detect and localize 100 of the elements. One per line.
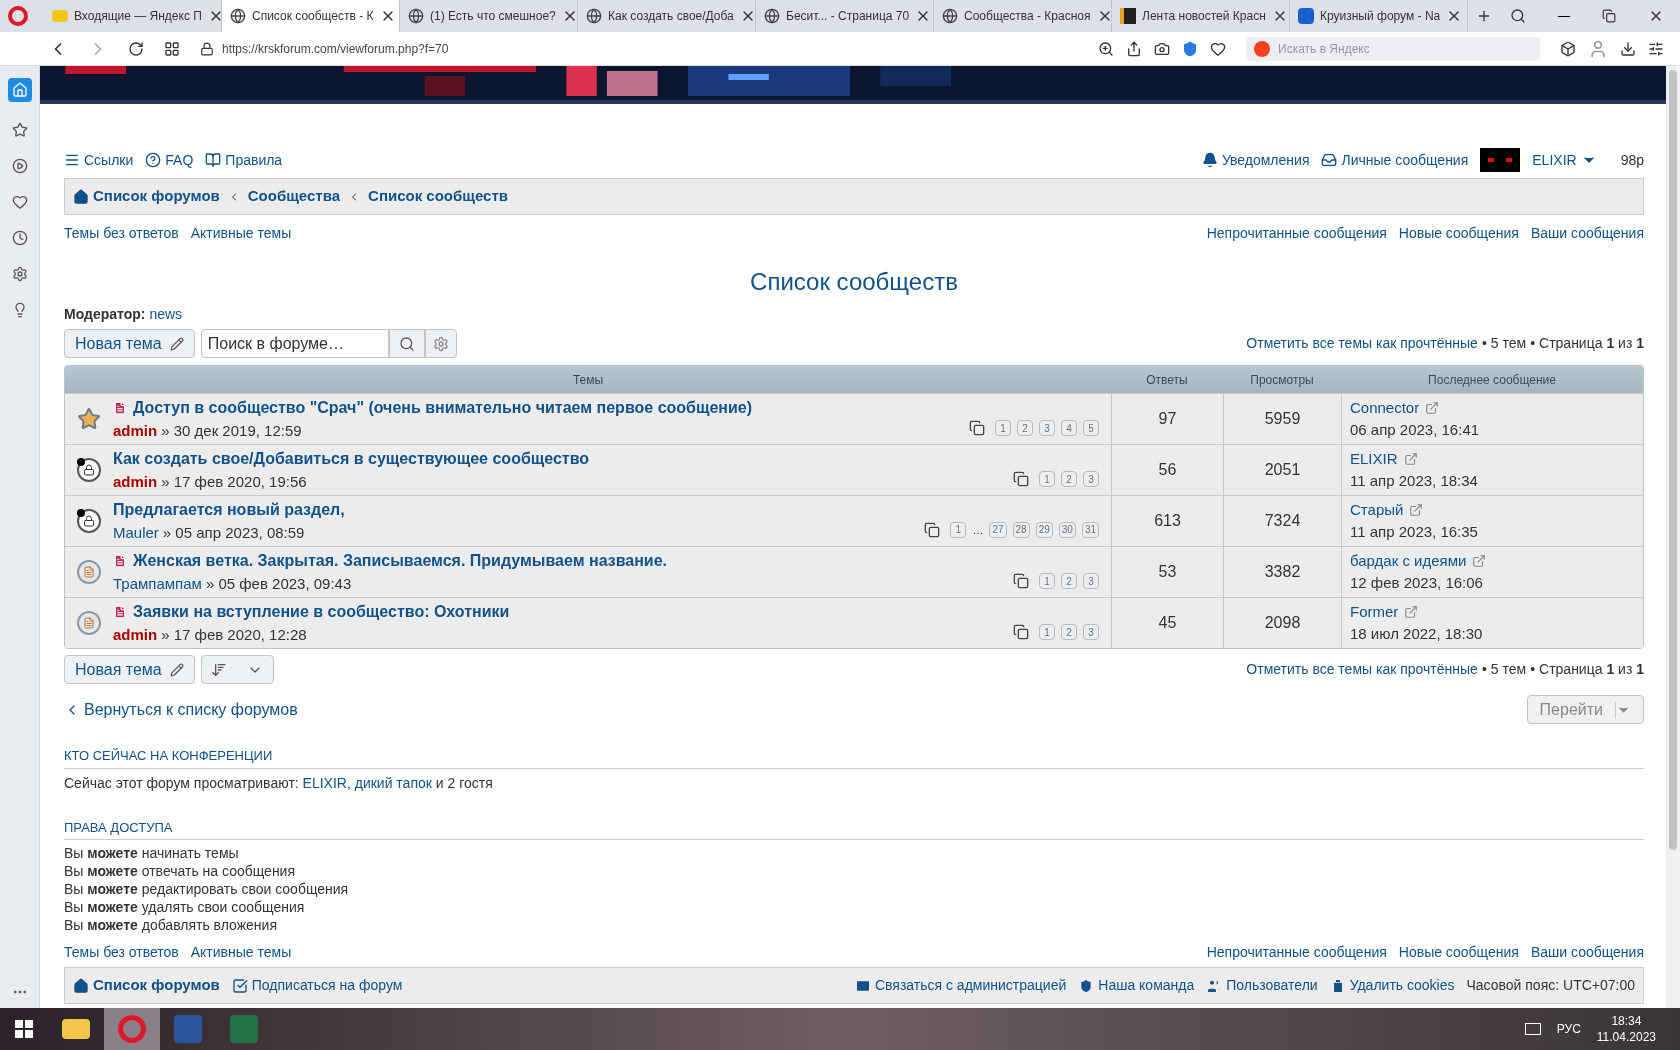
page-link[interactable]: 3 bbox=[1083, 573, 1099, 589]
topic-title[interactable]: Заявки на вступление в сообщество: Охотники bbox=[133, 599, 510, 624]
user-menu[interactable]: ELIXIR bbox=[1532, 149, 1597, 171]
last-author-link[interactable]: Connector bbox=[1350, 396, 1420, 419]
page-link[interactable]: 1 bbox=[950, 521, 967, 538]
last-author-link[interactable]: Старый bbox=[1350, 498, 1404, 521]
advanced-search-button[interactable] bbox=[424, 329, 457, 358]
go-to-post-icon[interactable] bbox=[1404, 604, 1419, 619]
last-author-link[interactable]: Former bbox=[1350, 600, 1399, 623]
quick-link[interactable]: Темы без ответов bbox=[64, 942, 179, 963]
topic-title[interactable]: Как создать свое/Добавиться в существующее сообщество bbox=[113, 446, 590, 471]
mark-read-link[interactable]: Отметить все темы как прочтённые bbox=[1246, 333, 1478, 354]
bookmarks-icon[interactable] bbox=[11, 122, 28, 138]
search-icon[interactable] bbox=[1510, 8, 1526, 24]
minimize-icon[interactable] bbox=[1558, 15, 1570, 17]
restore-icon[interactable] bbox=[1602, 9, 1616, 23]
page-link[interactable]: 2 bbox=[1061, 471, 1077, 487]
quick-link[interactable]: Непрочитанные сообщения bbox=[1206, 223, 1387, 244]
address-field[interactable]: https://krskforum.com/viewforum.php?f=70 bbox=[222, 39, 1078, 58]
nav-link[interactable]: FAQ bbox=[145, 149, 194, 171]
page-link[interactable]: 4 bbox=[1061, 420, 1077, 436]
profile-icon[interactable] bbox=[1588, 38, 1608, 59]
share-icon[interactable] bbox=[1126, 40, 1142, 57]
page-link[interactable]: 5 bbox=[1083, 420, 1099, 436]
player-icon[interactable] bbox=[11, 158, 28, 174]
topic-row[interactable]: Предлагается новый раздел, Mauler » 05 апр 2023, 08:59 1 … 27 28 29 30 31 613 7324 Старый 11 апр 2023, 16:35 bbox=[65, 495, 1643, 546]
page-link[interactable]: 1 bbox=[995, 420, 1011, 436]
topic-title[interactable]: Женская ветка. Закрытая. Записываемся. Придумываем название. bbox=[133, 548, 668, 573]
author-link[interactable]: admin bbox=[113, 419, 158, 443]
topic-row[interactable]: Как создать свое/Добавиться в существующее сообщество admin » 17 фев 2020, 19:56 1 2 3 56 2051 ELIXIR 11 апр 2023, 18:34 bbox=[65, 444, 1643, 495]
footer-link[interactable]: Пользователи bbox=[1206, 975, 1318, 996]
page-link[interactable]: 3 bbox=[1083, 624, 1099, 640]
author-link[interactable]: admin bbox=[113, 470, 158, 494]
page-link[interactable]: 1 bbox=[1039, 573, 1055, 589]
new-topic-button[interactable]: Новая тема bbox=[64, 655, 195, 684]
page-link[interactable]: 31 bbox=[1081, 521, 1099, 538]
camera-icon[interactable] bbox=[1154, 40, 1170, 57]
quick-link[interactable]: Активные темы bbox=[190, 223, 292, 244]
page-link[interactable]: 3 bbox=[1039, 420, 1055, 436]
page-link[interactable]: 1 bbox=[1039, 624, 1055, 640]
forum-search-field[interactable]: Поиск в форуме… bbox=[200, 329, 389, 358]
heart-icon[interactable] bbox=[11, 194, 28, 210]
reload-icon[interactable] bbox=[128, 40, 144, 57]
settings-icon[interactable] bbox=[1648, 40, 1664, 57]
breadcrumb-link[interactable]: Сообщества bbox=[247, 185, 341, 208]
settings-icon[interactable] bbox=[11, 266, 28, 282]
scrollbar-thumb[interactable] bbox=[1669, 70, 1677, 850]
notifications-link[interactable]: Уведомления bbox=[1201, 149, 1310, 171]
quick-link[interactable]: Непрочитанные сообщения bbox=[1206, 942, 1387, 963]
page-link[interactable]: 3 bbox=[1083, 471, 1099, 487]
footer-link[interactable]: Список форумов bbox=[73, 974, 220, 997]
page-link[interactable]: 2 bbox=[1061, 573, 1077, 589]
page-link[interactable]: 28 bbox=[1012, 521, 1030, 538]
footer-link[interactable]: Связаться с администрацией bbox=[854, 975, 1067, 996]
quick-link[interactable]: Новые сообщения bbox=[1398, 223, 1519, 244]
author-link[interactable]: Mauler bbox=[113, 521, 159, 545]
breadcrumb-link[interactable]: Список форумов bbox=[73, 185, 220, 208]
last-author-link[interactable]: ELIXIR bbox=[1350, 447, 1398, 470]
nav-link[interactable]: Правила bbox=[205, 149, 283, 171]
cube-icon[interactable] bbox=[1560, 40, 1576, 57]
quick-link[interactable]: Темы без ответов bbox=[64, 223, 179, 244]
messages-link[interactable]: Личные сообщения bbox=[1321, 149, 1469, 171]
go-to-post-icon[interactable] bbox=[1409, 502, 1424, 517]
tray-network-icon[interactable] bbox=[1524, 1023, 1541, 1035]
grid-icon[interactable] bbox=[164, 40, 180, 57]
nav-link[interactable]: Ссылки bbox=[64, 149, 134, 171]
page-link[interactable]: 29 bbox=[1035, 521, 1053, 538]
quick-link[interactable]: Активные темы bbox=[190, 942, 292, 963]
quick-link[interactable]: Ваши сообщения bbox=[1530, 942, 1644, 963]
language-indicator[interactable]: РУС bbox=[1556, 1020, 1581, 1038]
history-icon[interactable] bbox=[11, 230, 28, 246]
opera-logo[interactable] bbox=[8, 6, 28, 26]
heart-icon[interactable] bbox=[1210, 40, 1226, 57]
back-link[interactable]: Вернуться к списку форумов bbox=[64, 697, 298, 722]
topic-row[interactable]: Доступ в сообщество "Срач" (очень внимательно читаем первое сообщение) admin » 30 дек 2019, 12:59 1 2 3 4 5 97 5959 Connector 06 апр 2023, 16:41 bbox=[65, 393, 1643, 444]
home-icon[interactable] bbox=[7, 78, 32, 102]
breadcrumb-link[interactable]: Список сообществ bbox=[368, 185, 508, 208]
quick-link[interactable]: Ваши сообщения bbox=[1530, 223, 1644, 244]
mark-read-link[interactable]: Отметить все темы как прочтённые bbox=[1246, 659, 1478, 680]
footer-link[interactable]: Наша команда bbox=[1078, 975, 1195, 996]
author-link[interactable]: Трампампам bbox=[113, 572, 202, 596]
footer-link[interactable]: Подписаться на форум bbox=[231, 975, 403, 996]
go-to-post-icon[interactable] bbox=[1403, 451, 1418, 466]
page-link[interactable]: 30 bbox=[1058, 521, 1076, 538]
topic-row[interactable]: Женская ветка. Закрытая. Записываемся. Придумываем название. Трампампам » 05 фев 2023, 09:43 1 2 3 53 3382 бардак с идеями 12 фев 2023, 16:06 bbox=[65, 546, 1643, 597]
browser-tab[interactable]: Список сообществ - К bbox=[222, 0, 400, 32]
page-link[interactable]: 2 bbox=[1061, 624, 1077, 640]
go-to-post-icon[interactable] bbox=[1425, 400, 1440, 415]
new-tab-icon[interactable] bbox=[1476, 8, 1492, 24]
last-author-link[interactable]: бардак с идеями bbox=[1350, 549, 1467, 572]
page-link[interactable]: 1 bbox=[1039, 471, 1055, 487]
go-to-post-icon[interactable] bbox=[1472, 553, 1487, 568]
new-topic-button[interactable]: Новая тема bbox=[64, 329, 195, 358]
page-link[interactable]: 2 bbox=[1017, 420, 1033, 436]
topic-title[interactable]: Доступ в сообщество "Срач" (очень внимательно читаем первое сообщение) bbox=[133, 395, 753, 420]
zoom-icon[interactable] bbox=[1098, 40, 1114, 57]
quick-link[interactable]: Новые сообщения bbox=[1398, 942, 1519, 963]
page-link[interactable]: 27 bbox=[989, 521, 1007, 538]
topic-title[interactable]: Предлагается новый раздел, bbox=[113, 497, 345, 522]
footer-link[interactable]: Удалить cookies bbox=[1329, 975, 1455, 996]
